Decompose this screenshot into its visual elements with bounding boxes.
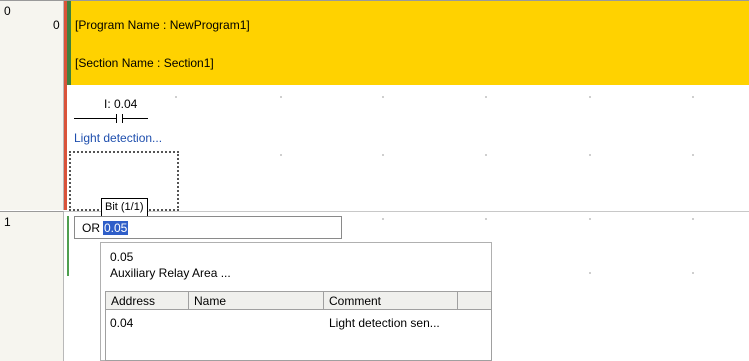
- rung-gutter-0[interactable]: [0, 1, 64, 210]
- contact-symbol[interactable]: [74, 113, 174, 127]
- list-cell-address: 0.04: [110, 316, 134, 330]
- grid-dot: [692, 154, 694, 156]
- grid-dot: [485, 96, 487, 98]
- operand-selected-text[interactable]: 0.05: [103, 220, 129, 235]
- column-header-filler: [458, 291, 492, 310]
- grid-dot: [589, 154, 591, 156]
- grid-dot: [589, 272, 591, 274]
- grid-dot: [485, 218, 487, 220]
- section-name-label: [Section Name : Section1]: [75, 56, 214, 70]
- column-header-address[interactable]: Address: [105, 291, 189, 310]
- grid-dot: [485, 154, 487, 156]
- grid-dot: [280, 154, 282, 156]
- grid-dot: [382, 96, 384, 98]
- grid-dot: [382, 218, 384, 220]
- bit-tooltip: Bit (1/1): [101, 198, 148, 217]
- program-header-block[interactable]: [71, 1, 749, 85]
- instruction-operator: OR: [82, 220, 100, 235]
- power-rail-rung-1: [67, 216, 69, 276]
- rung-number-1: 1: [4, 215, 11, 229]
- rung-number-0: 0: [4, 4, 11, 18]
- grid-dot: [692, 96, 694, 98]
- suggestion-description[interactable]: Auxiliary Relay Area ...: [110, 266, 231, 280]
- grid-dot: [280, 96, 282, 98]
- grid-dot: [382, 154, 384, 156]
- rung-step-0: 0: [53, 18, 60, 32]
- column-header-comment[interactable]: Comment: [324, 291, 458, 310]
- column-header-name[interactable]: Name: [189, 291, 324, 310]
- contact-comment: Light detection...: [74, 131, 163, 145]
- grid-dot: [589, 96, 591, 98]
- contact-bar-left: [116, 114, 117, 123]
- grid-dot: [175, 96, 177, 98]
- grid-dot: [692, 272, 694, 274]
- instruction-input[interactable]: OR 0.05: [74, 216, 342, 239]
- list-cell-comment: Light detection sen...: [329, 316, 440, 330]
- rung-gutter-1[interactable]: [0, 211, 64, 361]
- program-name-label: [Program Name : NewProgram1]: [75, 18, 250, 32]
- contact-wire-left: [74, 118, 116, 119]
- contact-wire-right: [122, 118, 148, 119]
- grid-dot: [589, 218, 591, 220]
- suggestion-address[interactable]: 0.05: [110, 250, 133, 264]
- grid-dot: [692, 218, 694, 220]
- contact-address: I: 0.04: [104, 97, 138, 111]
- rung-separator: [64, 211, 749, 212]
